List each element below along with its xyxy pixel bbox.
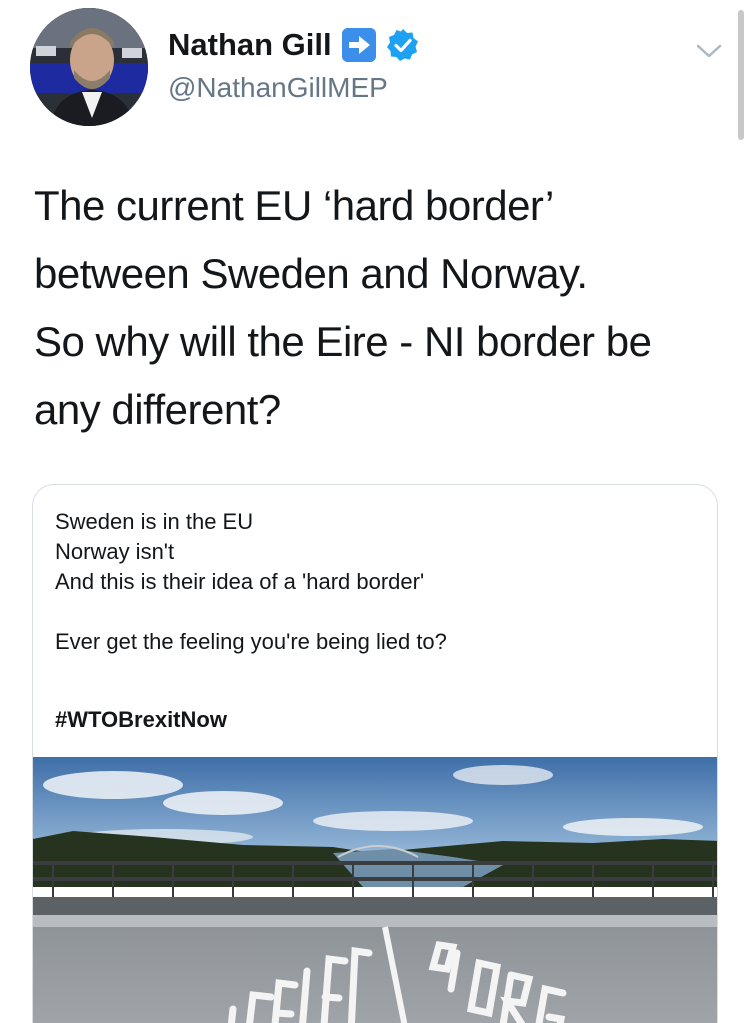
hashtag-link[interactable]: #WTOBrexitNow (55, 707, 227, 733)
quoted-text-line: And this is their idea of a 'hard border… (55, 569, 425, 594)
tweet-text-line: between Sweden and Norway. (34, 250, 588, 297)
tweet-text-line: So why will the Eire - NI border be (34, 318, 652, 365)
scrollbar[interactable] (738, 10, 744, 140)
author-handle[interactable]: @NathanGillMEP (168, 72, 388, 104)
border-bridge-photo[interactable] (33, 757, 717, 1023)
quoted-tweet-text: Sweden is in the EU Norway isn't And thi… (55, 507, 447, 657)
quoted-text-line: Norway isn't (55, 539, 175, 564)
quoted-text-line: Sweden is in the EU (55, 509, 254, 534)
quoted-text-spacer (55, 597, 447, 627)
quoted-tweet-card[interactable]: Sweden is in the EU Norway isn't And thi… (32, 484, 718, 1023)
quoted-text-line: Ever get the feeling you're being lied t… (55, 629, 447, 654)
tweet-text-line: The current EU ‘hard border’ (34, 182, 554, 229)
tweet-text: The current EU ‘hard border’ between Swe… (34, 172, 724, 444)
avatar-photo (30, 8, 148, 126)
author-name-row: Nathan Gill (168, 24, 420, 66)
verified-badge-icon (386, 28, 420, 62)
display-name[interactable]: Nathan Gill (168, 27, 332, 63)
right-arrow-emoji-icon (341, 28, 376, 62)
tweet-header: Nathan Gill @NathanGillMEP (0, 0, 749, 140)
chevron-down-icon[interactable] (694, 36, 724, 66)
avatar[interactable] (30, 8, 148, 126)
tweet-text-line: any different? (34, 386, 281, 433)
